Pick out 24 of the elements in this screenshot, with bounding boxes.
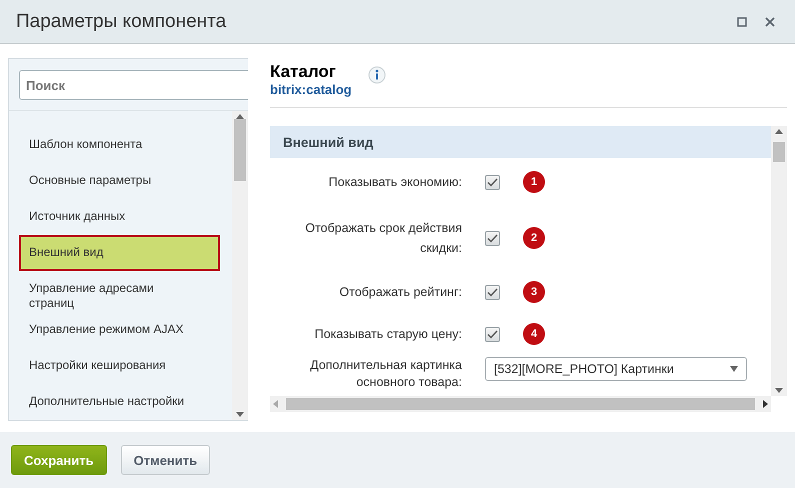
section-header: Внешний вид — [270, 126, 771, 158]
sidebar-item[interactable]: Основные параметры — [19, 163, 220, 199]
select-field[interactable]: [532][MORE_PHOTO] Картинки — [485, 357, 747, 381]
sidebar-item[interactable]: Управление режимом AJAX — [19, 312, 220, 348]
setting-label: Показывать экономию: — [328, 174, 462, 191]
setting-label: Показывать старую цену: — [314, 326, 462, 343]
component-title: Каталог — [270, 62, 337, 82]
number-badge: 4 — [523, 323, 545, 345]
setting-label: Отображать рейтинг: — [338, 284, 462, 301]
number-badge: 1 — [523, 171, 545, 193]
setting-label: Дополнительная картинка основного товара: — [309, 357, 462, 391]
search-field[interactable]: Поиск — [19, 70, 248, 100]
number-badge: 3 — [523, 281, 545, 303]
sidebar-item[interactable]: Источник данных — [19, 199, 220, 235]
cancel-button[interactable]: Отменить — [120, 445, 210, 475]
sidebar-item[interactable]: Управление адресами страниц — [19, 271, 220, 312]
number-badge: 2 — [523, 227, 545, 249]
setting-label: Отображать срок действия скидки: — [304, 220, 462, 257]
component-code: bitrix:catalog — [270, 82, 352, 97]
sidebar-item[interactable]: Шаблон компонента — [19, 127, 220, 163]
sidebar-item[interactable]: Дополнительные настройки — [19, 384, 220, 420]
sidebar-item[interactable]: Внешний вид — [19, 235, 220, 271]
sidebar-item[interactable]: Настройки кеширования — [19, 348, 220, 384]
window-title: Параметры компонента — [16, 10, 228, 32]
